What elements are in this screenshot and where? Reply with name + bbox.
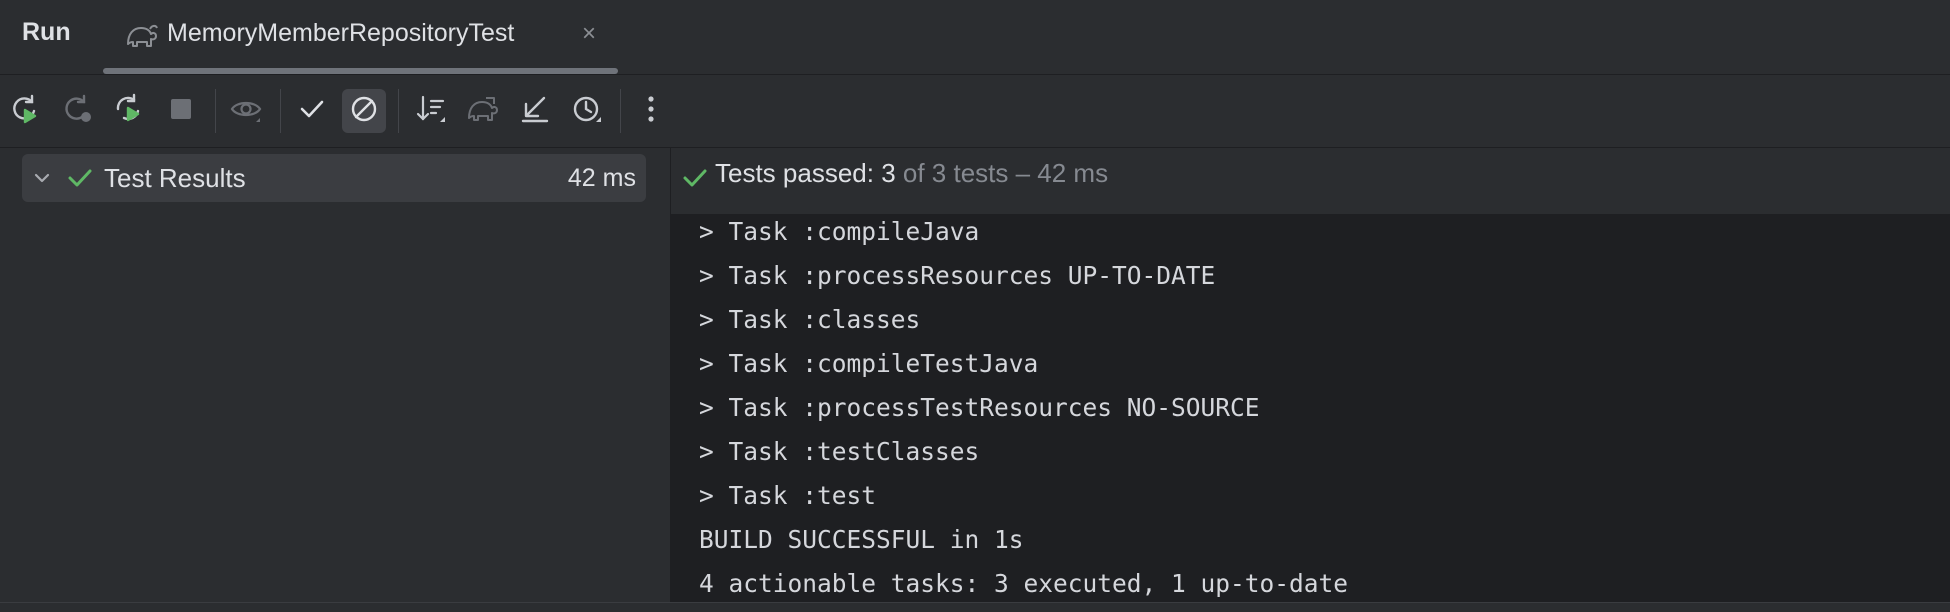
run-tool-window: Run MemoryMemberRepositoryTest × Test Re… [0, 0, 1950, 612]
console-line: > Task :test [699, 481, 877, 510]
console-output[interactable]: > Task :compileJava > Task :processResour… [671, 214, 1950, 602]
run-title: Run [22, 18, 71, 46]
console-line: > Task :compileTestJava [699, 349, 1039, 378]
show-tests-button[interactable] [224, 89, 268, 133]
tab-memory-member-repository-test[interactable]: MemoryMemberRepositoryTest × [103, 0, 618, 74]
test-status-text: Tests passed: 3 of 3 tests – 42 ms [715, 158, 1108, 189]
more-options-button[interactable] [629, 89, 673, 133]
rerun-failed-icon [60, 92, 94, 131]
passed-check-icon [679, 162, 711, 194]
eye-icon [229, 92, 263, 131]
rerun-button[interactable] [3, 89, 47, 133]
tree-item-label: Test Results [104, 163, 246, 193]
console-line: > Task :processResources UP-TO-DATE [699, 261, 1216, 290]
tests-summary-label: of 3 tests – 42 ms [895, 158, 1109, 188]
console-line: > Task :testClasses [699, 437, 980, 466]
test-history-button[interactable] [565, 89, 609, 133]
collapse-all-button[interactable] [513, 89, 557, 133]
show-passed-icon [295, 92, 329, 131]
show-passed-button[interactable] [290, 89, 334, 133]
rerun-failed-button[interactable] [55, 89, 99, 133]
toolbar-separator [398, 89, 399, 133]
show-ignored-button[interactable] [342, 89, 386, 133]
passed-check-icon [64, 162, 96, 194]
toolbar-separator [215, 89, 216, 133]
console-line: > Task :compileJava [699, 217, 980, 246]
rerun-automatically-icon [112, 92, 146, 131]
toolbar-separator [620, 89, 621, 133]
tests-passed-label: Tests passed: 3 [715, 158, 896, 188]
test-tree-panel: Test Results 42 ms [0, 148, 671, 602]
stop-button[interactable] [159, 89, 203, 133]
toolbar-separator [280, 89, 281, 133]
gradle-button[interactable] [461, 89, 505, 133]
tab-selected-indicator [103, 68, 618, 74]
rerun-icon [8, 92, 42, 131]
show-ignored-icon [347, 92, 381, 131]
tree-item-duration: 42 ms [567, 164, 636, 192]
close-icon[interactable]: × [576, 21, 602, 47]
tab-label: MemoryMemberRepositoryTest [167, 19, 515, 47]
run-toolbar [0, 75, 1950, 148]
sort-icon [414, 92, 448, 131]
more-icon [634, 92, 668, 131]
gradle-icon [466, 92, 500, 131]
gradle-elephant-icon [125, 20, 159, 50]
console-line: > Task :processTestResources NO-SOURCE [699, 393, 1260, 422]
console-line: 4 actionable tasks: 3 executed, 1 up-to-… [699, 569, 1349, 598]
history-icon [570, 92, 604, 131]
run-header: Run MemoryMemberRepositoryTest × [0, 0, 1950, 75]
console-line: > Task :classes [699, 305, 921, 334]
tree-item-test-results[interactable]: Test Results 42 ms [22, 154, 646, 202]
rerun-automatically-button[interactable] [107, 89, 151, 133]
collapse-all-icon [518, 92, 552, 131]
sort-button[interactable] [409, 89, 453, 133]
test-status-bar: Tests passed: 3 of 3 tests – 42 ms [671, 148, 1950, 214]
bottom-border [0, 602, 1950, 612]
stop-icon [164, 92, 198, 131]
chevron-down-icon[interactable] [30, 166, 54, 190]
console-line: BUILD SUCCESSFUL in 1s [699, 525, 1024, 554]
